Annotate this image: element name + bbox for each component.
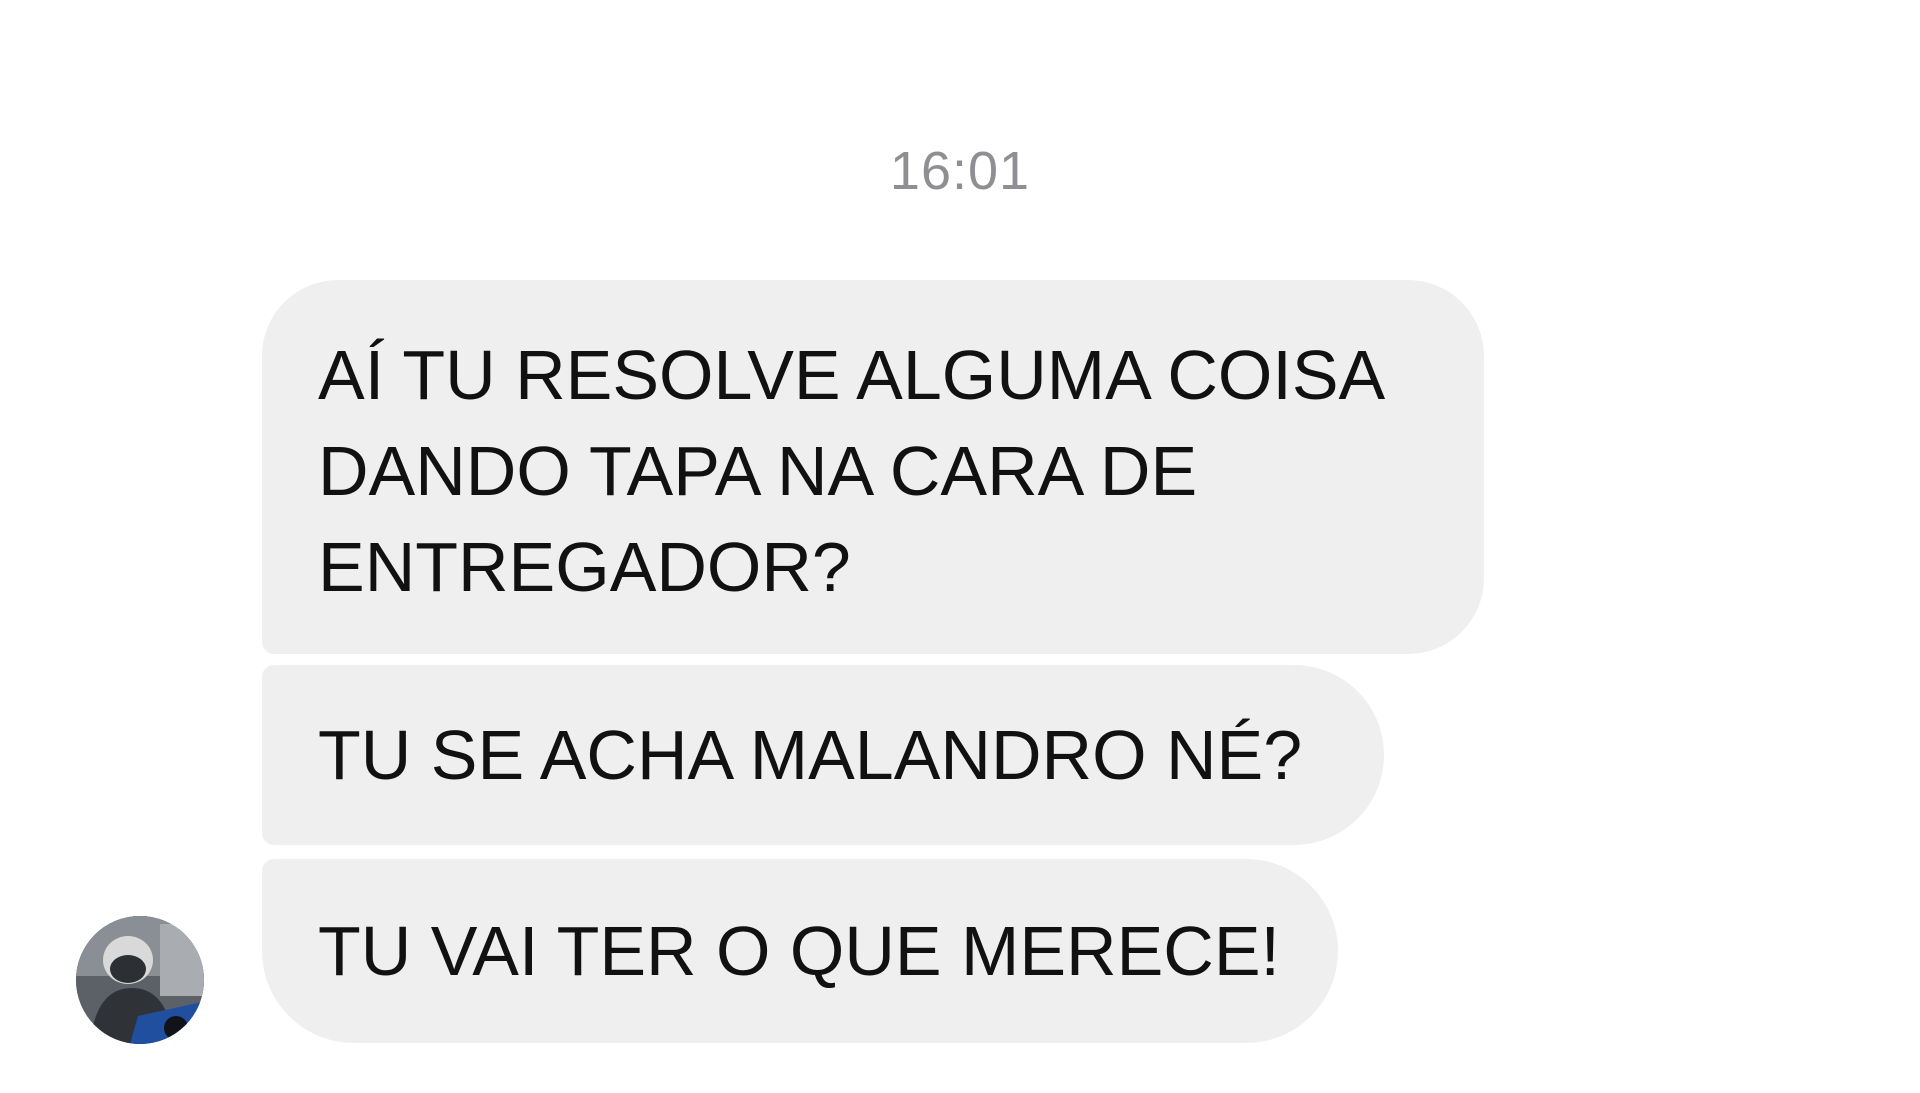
message-timestamp: 16:01 [889, 141, 1031, 201]
avatar-photo [76, 916, 204, 1044]
sender-avatar[interactable] [76, 916, 204, 1044]
message-bubble[interactable]: AÍ TU RESOLVE ALGUMA COISA DANDO TAPA NA… [262, 280, 1484, 654]
message-bubble[interactable]: TU SE ACHA MALANDRO NÉ? [262, 665, 1384, 845]
message-thread: 16:01 AÍ TU RESOLVE ALGUMA COISA DANDO T… [0, 0, 1920, 1093]
message-bubble[interactable]: TU VAI TER O QUE MERECE! [262, 859, 1338, 1043]
